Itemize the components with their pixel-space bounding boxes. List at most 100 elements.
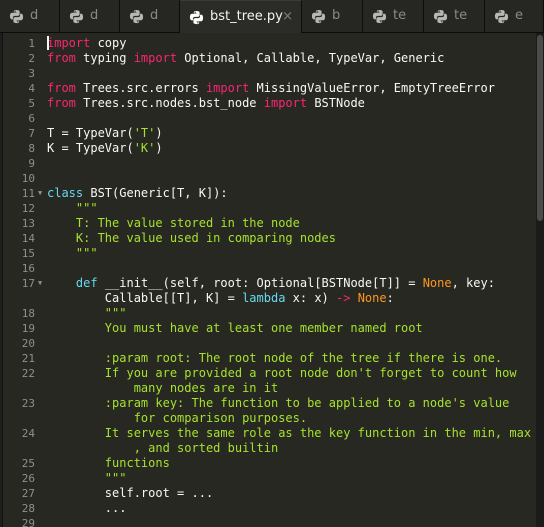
line-number: 21: [21, 352, 35, 365]
python-icon: [189, 10, 204, 25]
code-token: ->: [336, 291, 351, 305]
code-token: """: [47, 201, 98, 215]
line-number: 2: [28, 52, 35, 65]
code-token: self.root = ...: [47, 486, 214, 500]
tab-4[interactable]: b: [302, 0, 363, 32]
code-token: for comparison purposes.: [47, 411, 308, 425]
code-line: """: [47, 246, 98, 261]
code-token: functions: [47, 456, 170, 470]
code-line: K = TypeVar('K'): [47, 141, 163, 156]
code-token: from: [47, 81, 76, 95]
tab-label: d: [90, 8, 99, 23]
code-token: :param key: The function to be applied t…: [47, 396, 510, 410]
tab-label: d: [30, 8, 39, 23]
line-number: 13: [21, 217, 35, 230]
code-line: from typing import Optional, Callable, T…: [47, 51, 444, 66]
tab-bar: d d d bst_tree.py × b te te e: [0, 0, 544, 33]
tab-7[interactable]: e: [485, 0, 544, 32]
code-token: , key:: [451, 276, 495, 290]
line-number: 26: [21, 472, 35, 485]
line-number: 27: [21, 487, 35, 500]
python-icon: [494, 9, 509, 24]
code-token: """: [47, 306, 127, 320]
tab-label: d: [150, 8, 159, 23]
code-token: __init__(self, root: Optional[BSTNode[T]…: [97, 276, 423, 290]
code-token: ): [155, 141, 163, 155]
code-token: typing: [75, 51, 134, 65]
vertical-scrollbar[interactable]: [536, 33, 544, 527]
code-line: """: [47, 471, 127, 486]
code-line: If you are provided a root node don't fo…: [47, 366, 517, 381]
line-number: 11: [21, 187, 35, 200]
code-line: import copy: [47, 36, 126, 51]
code-line: functions: [47, 456, 170, 471]
tab-3[interactable]: bst_tree.py ×: [180, 0, 302, 33]
code-token: copy: [90, 36, 127, 50]
code-line: """: [47, 306, 127, 321]
line-number: 23: [21, 397, 35, 410]
code-token: BSTNode: [307, 96, 365, 110]
code-token: BST(Generic[T, K]):: [83, 186, 228, 200]
line-number: 5: [28, 97, 35, 110]
fold-arrow-icon[interactable]: ▼: [38, 276, 46, 291]
code-line: , and sorted builtin: [47, 441, 279, 456]
python-icon: [311, 9, 326, 24]
code-line: """: [47, 201, 98, 216]
line-number: 19: [21, 322, 35, 335]
tab-1[interactable]: d: [60, 0, 120, 32]
line-number: 29: [21, 517, 35, 527]
code-token: T: The value stored in the node: [47, 216, 300, 230]
code-token: , and sorted builtin: [47, 441, 279, 455]
code-token: many nodes are in it: [47, 381, 279, 395]
line-number-gutter: 1 2 3 4 5 6 7 8 9 10 11 ▼ 12 13 14 15 16 17 ▼ 18 19 20 21 22 23 2…: [3, 33, 45, 527]
python-icon: [129, 9, 144, 24]
line-number: 14: [21, 232, 35, 245]
code-line: :param key: The function to be applied t…: [47, 396, 510, 411]
code-token: from: [47, 96, 76, 110]
code-line: It serves the same role as the key funct…: [47, 426, 531, 441]
tab-0[interactable]: d: [0, 0, 60, 32]
code-token: It serves the same role as the key funct…: [47, 426, 532, 440]
code-token: None: [422, 276, 452, 290]
line-number: 12: [21, 202, 35, 215]
fold-arrow-icon[interactable]: ▼: [38, 186, 46, 201]
code-area[interactable]: import copy from typing import Optional, …: [47, 33, 533, 527]
code-token: """: [47, 246, 98, 260]
scrollbar-thumb[interactable]: [537, 35, 543, 221]
tab-label: b: [332, 8, 341, 23]
tab-5[interactable]: te: [363, 0, 424, 32]
code-token: If you are provided a root node don't fo…: [47, 366, 517, 380]
close-tab-icon[interactable]: ×: [282, 9, 293, 24]
code-token: Optional, Callable, TypeVar, Generic: [177, 51, 445, 65]
code-line: for comparison purposes.: [47, 411, 307, 426]
tab-6[interactable]: te: [424, 0, 485, 32]
code-token: :: [386, 291, 394, 305]
code-token: """: [47, 471, 127, 485]
code-line: self.root = ...: [47, 486, 213, 501]
code-line: T = TypeVar('T'): [47, 126, 163, 141]
line-number: 17: [21, 277, 35, 290]
code-token: None: [357, 291, 387, 305]
code-editor[interactable]: 1 2 3 4 5 6 7 8 9 10 11 ▼ 12 13 14 15 16 17 ▼ 18 19 20 21 22 23 2…: [2, 33, 536, 527]
code-token: import: [263, 96, 308, 110]
code-token: K = TypeVar(: [47, 141, 134, 155]
code-line: class BST(Generic[T, K]):: [47, 186, 228, 201]
code-token: T = TypeVar(: [47, 126, 134, 140]
code-token: import: [133, 51, 178, 65]
code-token: ): [155, 126, 163, 140]
line-number: 4: [28, 82, 35, 95]
line-number: 22: [21, 367, 35, 380]
code-token: 'K': [133, 141, 156, 155]
python-icon: [372, 9, 387, 24]
code-line: def __init__(self, root: Optional[BSTNod…: [47, 276, 495, 291]
line-number: 6: [28, 112, 35, 125]
line-number: 18: [21, 307, 35, 320]
python-icon: [9, 9, 24, 24]
tab-2[interactable]: d: [120, 0, 180, 32]
code-token: ...: [47, 501, 127, 515]
line-number: 28: [21, 502, 35, 515]
line-number: 3: [28, 67, 35, 80]
code-line: T: The value stored in the node: [47, 216, 300, 231]
